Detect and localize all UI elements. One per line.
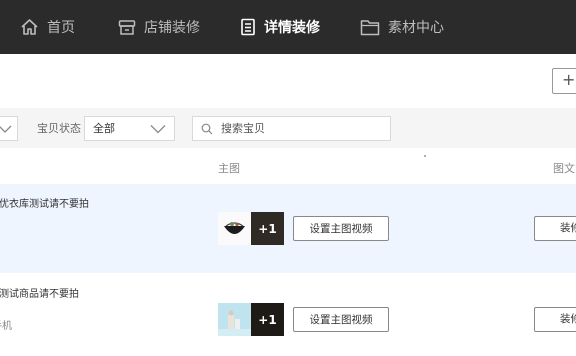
- home-icon: [21, 19, 38, 35]
- category-select[interactable]: [0, 116, 18, 141]
- folder-icon: [360, 19, 380, 35]
- item-title: 测试商品请不要拍: [0, 289, 79, 300]
- product-image: [218, 212, 251, 245]
- top-nav: 首页 店铺装修 详情装修 素材中心: [0, 0, 576, 54]
- decorate-button[interactable]: 装修: [534, 216, 576, 241]
- more-images-count: +1: [258, 221, 277, 236]
- set-main-video-label: 设置主图视频: [309, 314, 373, 326]
- more-images-count: +1: [258, 312, 277, 327]
- search-input[interactable]: [219, 119, 379, 138]
- status-select-value: 全部: [93, 122, 115, 135]
- set-main-video-button[interactable]: 设置主图视频: [293, 216, 389, 241]
- nav-item-home-label: 首页: [47, 20, 75, 36]
- divider-dot: [424, 155, 426, 157]
- nav-item-detail-decor-label: 详情装修: [264, 20, 320, 36]
- chevron-down-icon: [150, 125, 166, 134]
- chevron-down-icon: [0, 125, 12, 133]
- nav-item-home[interactable]: 首页: [20, 0, 75, 54]
- nav-item-detail-decor[interactable]: 详情装修: [240, 0, 320, 54]
- decorate-button[interactable]: 装修: [534, 307, 576, 332]
- nav-item-store-decor-label: 店铺装修: [144, 20, 200, 36]
- decorate-label: 装修: [560, 313, 576, 325]
- nav-item-store-decor[interactable]: 店铺装修: [118, 0, 200, 54]
- table-row: 测试商品请不要拍 手机 +1 设置主图视频 装修: [0, 273, 576, 356]
- store-icon: [118, 19, 136, 35]
- status-filter-label: 宝贝状态: [37, 122, 81, 135]
- item-title: 优衣库测试请不要拍: [0, 199, 89, 210]
- product-image: [218, 303, 251, 336]
- column-header-detail: 图文: [553, 162, 575, 175]
- nav-item-materials[interactable]: 素材中心: [360, 0, 444, 54]
- decorate-label: 装修: [560, 222, 576, 234]
- status-select[interactable]: 全部: [84, 116, 175, 141]
- more-images-badge[interactable]: +1: [251, 303, 284, 336]
- item-subtitle: 手机: [0, 321, 12, 332]
- add-button[interactable]: +: [552, 68, 576, 94]
- table-row: 优衣库测试请不要拍 +1 设置主图视频 装修: [0, 184, 576, 273]
- search-box[interactable]: [192, 116, 391, 141]
- more-images-badge[interactable]: +1: [251, 212, 284, 245]
- product-thumbnail[interactable]: [218, 303, 251, 336]
- product-thumbnail[interactable]: [218, 212, 251, 245]
- filter-bar: 宝贝状态 全部: [0, 108, 576, 148]
- search-icon: [201, 123, 213, 135]
- column-header-main-image: 主图: [218, 162, 240, 175]
- set-main-video-label: 设置主图视频: [309, 223, 373, 235]
- set-main-video-button[interactable]: 设置主图视频: [293, 307, 389, 332]
- document-icon: [241, 18, 255, 36]
- nav-item-materials-label: 素材中心: [388, 20, 444, 36]
